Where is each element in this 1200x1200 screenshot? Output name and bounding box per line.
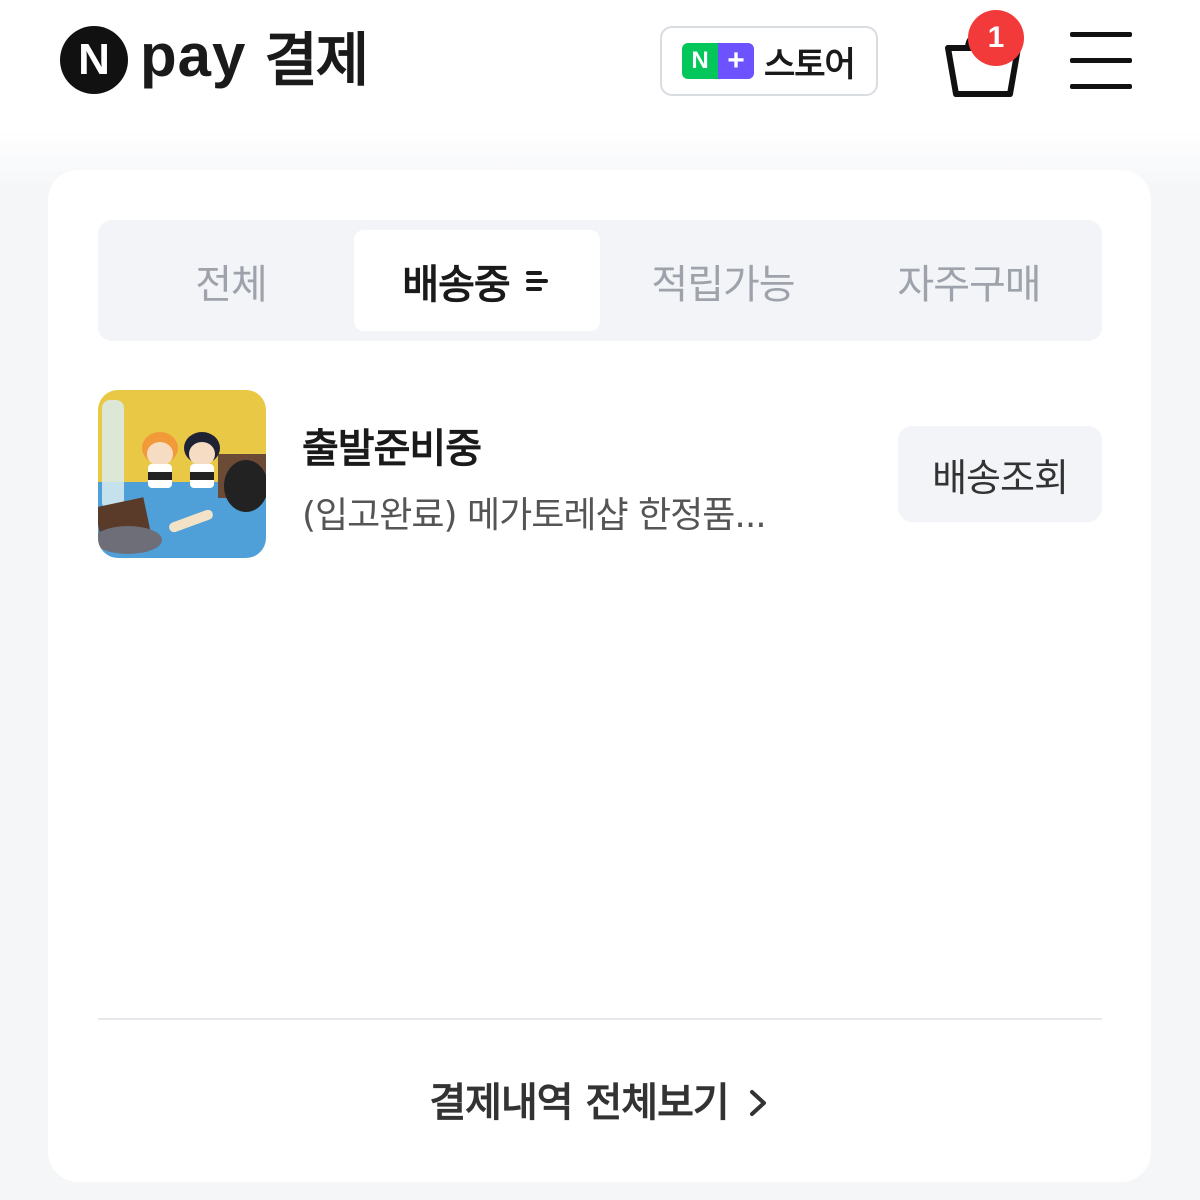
- cart-count-badge: 1: [968, 10, 1024, 66]
- top-header: N pay 결제 N + 스토어 1: [0, 0, 1200, 130]
- order-status: 출발준비중: [302, 426, 482, 472]
- nplus-n-glyph: N: [682, 43, 718, 79]
- naver-n-logo-icon: N: [60, 26, 128, 94]
- nplus-plus-glyph: +: [718, 43, 754, 79]
- hamburger-menu-icon[interactable]: [1070, 30, 1134, 90]
- footer-divider: [98, 1018, 1102, 1020]
- chevron-right-icon: [749, 1090, 766, 1116]
- tab-all[interactable]: 전체: [108, 230, 354, 331]
- tab-shipping[interactable]: 배송중: [354, 230, 600, 331]
- store-button-label: 스토어: [764, 44, 856, 85]
- tab-earnable[interactable]: 적립가능: [600, 230, 846, 331]
- payment-card: 전체 배송중 적립가능 자주구매 출발준비중 (입고완료) 메가토레샵 한정품.…: [48, 170, 1151, 1182]
- tab-frequent[interactable]: 자주구매: [846, 230, 1092, 331]
- page-title: 결제: [264, 26, 369, 94]
- filter-icon: [525, 268, 552, 294]
- view-all-payments-link[interactable]: 결제내역 전체보기: [48, 1070, 1151, 1128]
- tab-earnable-label: 적립가능: [651, 261, 795, 308]
- payment-tabs: 전체 배송중 적립가능 자주구매: [98, 220, 1102, 341]
- tab-frequent-label: 자주구매: [897, 261, 1041, 308]
- order-item[interactable]: 출발준비중 (입고완료) 메가토레샵 한정품... 배송조회: [98, 390, 1102, 560]
- order-product-name[interactable]: (입고완료) 메가토레샵 한정품...: [302, 486, 767, 538]
- view-all-label: 결제내역 전체보기: [429, 1080, 729, 1126]
- tab-all-label: 전체: [195, 261, 268, 308]
- product-thumbnail[interactable]: [98, 390, 266, 558]
- track-delivery-button[interactable]: 배송조회: [898, 426, 1102, 522]
- pay-logo-text: pay: [140, 22, 247, 89]
- naver-plus-store-button[interactable]: N + 스토어: [660, 26, 878, 96]
- naver-plus-icon: N +: [682, 43, 754, 79]
- tab-shipping-label: 배송중: [402, 261, 510, 308]
- npay-logo[interactable]: N pay 결제: [60, 22, 369, 94]
